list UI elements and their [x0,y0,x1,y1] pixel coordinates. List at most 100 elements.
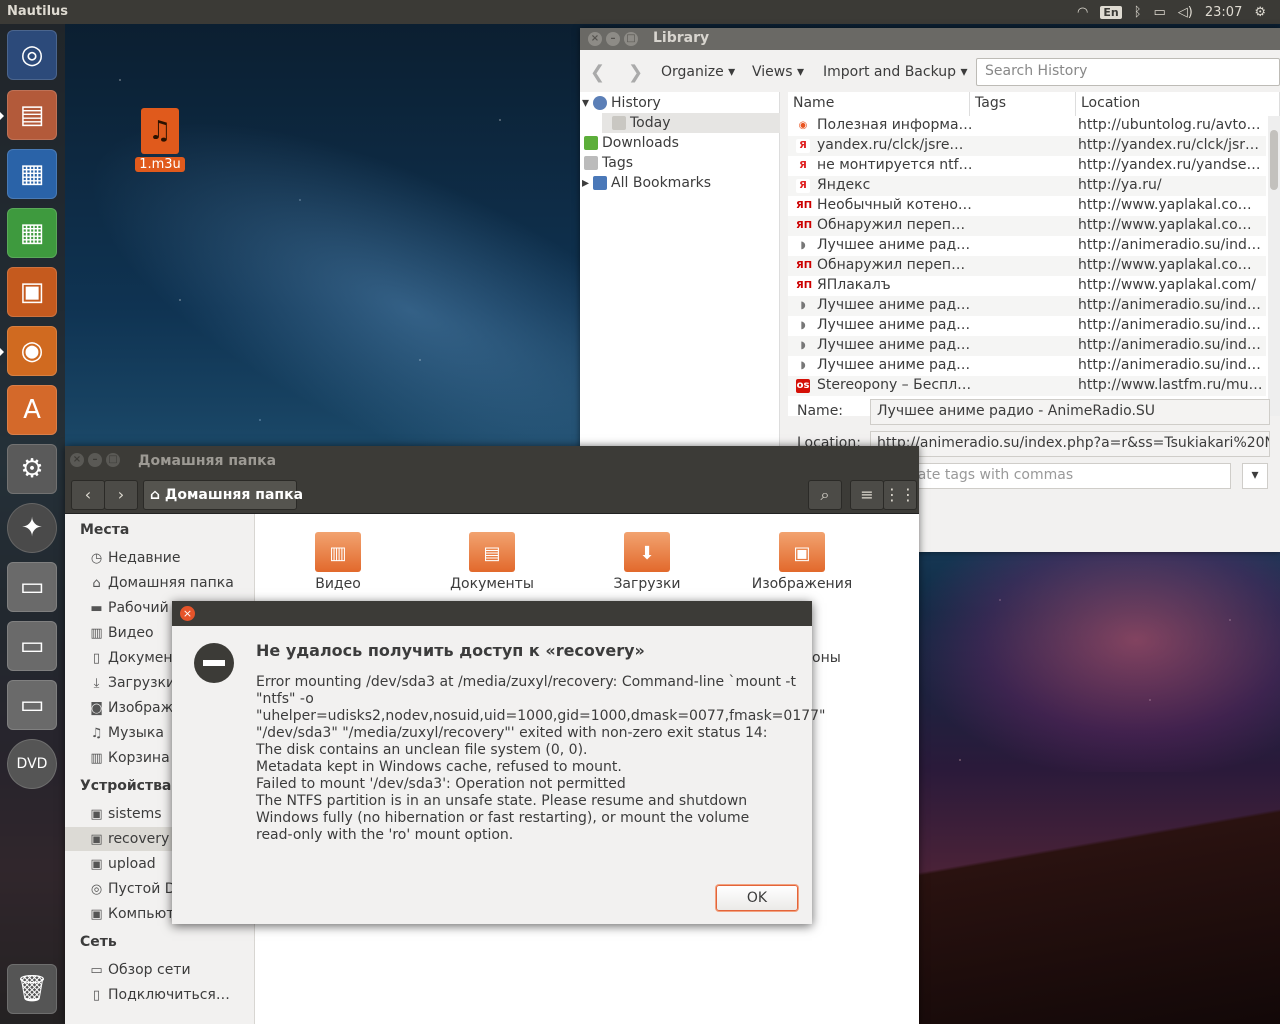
tree-item-all-bookmarks[interactable]: ▸ All Bookmarks [582,173,711,193]
close-icon[interactable]: × [70,453,84,467]
drive-icon[interactable]: ▭ [7,621,57,671]
tree-item-today[interactable]: Today [602,113,780,133]
folder-downloads[interactable]: ⬇ Загрузки [577,532,717,592]
drive-icon[interactable]: ▭ [7,680,57,730]
writer-icon[interactable]: ▦ [7,149,57,199]
grid-view-button[interactable]: ⋮⋮ [883,480,917,510]
table-row[interactable]: ЯП Необычный котено… http://www.yaplakal.c… [788,196,1266,216]
sidebar-item[interactable]: ▥ Видео [89,625,153,641]
files-icon[interactable]: ▤ [7,90,57,140]
sidebar-item[interactable]: ▣ sistems [89,806,162,822]
sidebar-item[interactable]: ▭ Обзор сети [89,962,190,978]
table-row[interactable]: ◉ Полезная информа… http://ubuntolog.ru/av… [788,116,1266,136]
table-row[interactable]: ЯП Обнаружил перепи… http://www.yaplakal.c… [788,216,1266,236]
scrollbar-thumb[interactable] [1270,130,1278,190]
row-name: Stereopony – Беспл… [817,377,972,393]
search-icon[interactable]: ⌕ [808,480,842,510]
volume-icon[interactable]: ◁) [1178,5,1193,20]
software-center-icon[interactable]: A [7,385,57,435]
tree-item-downloads[interactable]: Downloads [584,133,679,153]
table-row[interactable]: ЯП ЯПлакалъ http://www.yaplakal.com/ [788,276,1266,296]
close-icon[interactable]: × [588,32,602,46]
maximize-icon[interactable]: □ [106,453,120,467]
name-field[interactable]: Лучшее аниме радио - AnimeRadio.SU [870,399,1270,425]
gear-icon[interactable]: ⚙ [1254,5,1266,20]
sidebar-item-label: sistems [108,806,162,822]
column-header-name[interactable]: Name [788,92,970,116]
table-row[interactable]: os Stereopony – Беспл… http://www.lastfm.r… [788,376,1266,396]
chevron-down-icon[interactable]: ▾ [1242,463,1268,489]
row-name: Лучшее аниме рад… [817,337,971,353]
table-row[interactable]: ◗ Лучшее аниме рад… http://animeradio.su/i… [788,336,1266,356]
column-header-tags[interactable]: Tags [970,92,1076,116]
list-view-button[interactable]: ≡ [850,480,884,510]
trash-icon[interactable]: 🗑 [7,964,57,1014]
row-location: http://www.yaplakal.com… [1078,197,1264,213]
tags-field[interactable]: Separate tags with commas [870,463,1231,489]
calc-icon[interactable]: ▦ [7,208,57,258]
ubuntu-logo-icon[interactable]: ◎ [7,30,57,80]
impress-icon[interactable]: ▣ [7,267,57,317]
firefox-icon[interactable]: ◉ [7,326,57,376]
nautilus-butterfly-icon[interactable]: ✦ [7,503,57,553]
close-icon[interactable]: × [180,606,195,621]
desktop-file-icon[interactable]: ♫ 1.m3u [134,108,186,172]
folder-pictures[interactable]: ▣ Изображения [732,532,872,592]
row-name: yandex.ru/clck/jsre… [817,137,964,153]
sidebar-item[interactable]: ▯ Подключиться… [89,987,230,1003]
battery-icon[interactable]: ▭ [1154,5,1166,20]
search-history-input[interactable]: Search History [976,58,1280,86]
sidebar-item[interactable]: ▥ Корзина [89,750,169,766]
back-arrow-icon[interactable]: ❮ [590,62,605,83]
sidebar-item[interactable]: ◷ Недавние [89,550,181,566]
table-row[interactable]: ◗ Лучшее аниме рад… http://animeradio.su/i… [788,356,1266,376]
dvd-r-icon[interactable]: DVD [7,739,57,789]
ok-button[interactable]: OK [716,885,798,911]
pictures-folder-icon: ▣ [779,532,825,572]
expander-icon[interactable]: ▸ [582,175,589,191]
table-row[interactable]: ЯП Обнаружил перепи… http://www.yaplakal.c… [788,256,1266,276]
minimize-icon[interactable]: – [606,32,620,46]
import-backup-menu[interactable]: Import and Backup ▾ [823,64,968,80]
sidebar-item[interactable]: ⌂ Домашняя папка [89,575,233,591]
row-location: http://animeradio.su/ind… [1078,237,1261,253]
forward-button[interactable]: › [104,480,138,510]
organize-menu[interactable]: Organize ▾ [661,64,735,80]
table-scrollbar[interactable] [1268,116,1280,416]
sidebar-item[interactable]: ⤓ Загрузки [89,675,175,691]
minimize-icon[interactable]: – [88,453,102,467]
folder-label: Изображения [751,576,853,592]
location-field[interactable]: http://animeradio.su/index.php?a=r&ss=Ts… [870,431,1270,457]
expander-icon[interactable]: ▾ [582,95,589,111]
tree-item-history[interactable]: ▾ History [582,93,661,113]
sidebar-item[interactable]: ▣ upload [89,856,155,872]
system-settings-icon[interactable]: ⚙ [7,444,57,494]
tree-item-tags[interactable]: Tags [584,153,633,173]
forward-arrow-icon[interactable]: ❯ [628,62,643,83]
table-row[interactable]: Яне монтируется ntf… http://yandex.ru/yan… [788,156,1266,176]
drive-icon[interactable]: ▭ [7,562,57,612]
table-row[interactable]: ◗ Лучшее аниме рад… http://animeradio.su/i… [788,236,1266,256]
table-row[interactable]: ◗ Лучшее аниме рад… http://animeradio.su/i… [788,316,1266,336]
row-name: Лучшее аниме рад… [817,237,971,253]
table-row[interactable]: ◗ Лучшее аниме рад… http://animeradio.su/i… [788,296,1266,316]
sidebar-item[interactable]: ▣ recovery [89,831,169,847]
table-row[interactable]: Я Яндекс http://ya.ru/ [788,176,1266,196]
keyboard-layout-indicator[interactable]: En [1100,5,1122,19]
path-bar-home-button[interactable]: ⌂ Домашняя папка [143,480,303,510]
folder-video[interactable]: ▥ Видео [268,532,408,592]
clock[interactable]: 23:07 [1205,5,1242,20]
bluetooth-icon[interactable]: ᛒ [1134,5,1142,20]
folder-documents[interactable]: ▤ Документы [422,532,562,592]
wifi-icon[interactable]: ◠ [1077,5,1088,20]
column-header-location[interactable]: Location [1076,92,1280,116]
maximize-icon[interactable]: □ [624,32,638,46]
tree-label: Today [630,115,671,131]
row-location: http://www.yaplakal.com… [1078,217,1264,233]
sidebar-item[interactable]: ♫ Музыка [89,725,164,741]
lastfm-favicon: os [796,379,810,393]
back-button[interactable]: ‹ [71,480,105,510]
table-row[interactable]: Яyandex.ru/clck/jsre… http://yandex.ru/cl… [788,136,1266,156]
views-menu[interactable]: Views ▾ [752,64,804,80]
tag-icon [584,156,598,170]
